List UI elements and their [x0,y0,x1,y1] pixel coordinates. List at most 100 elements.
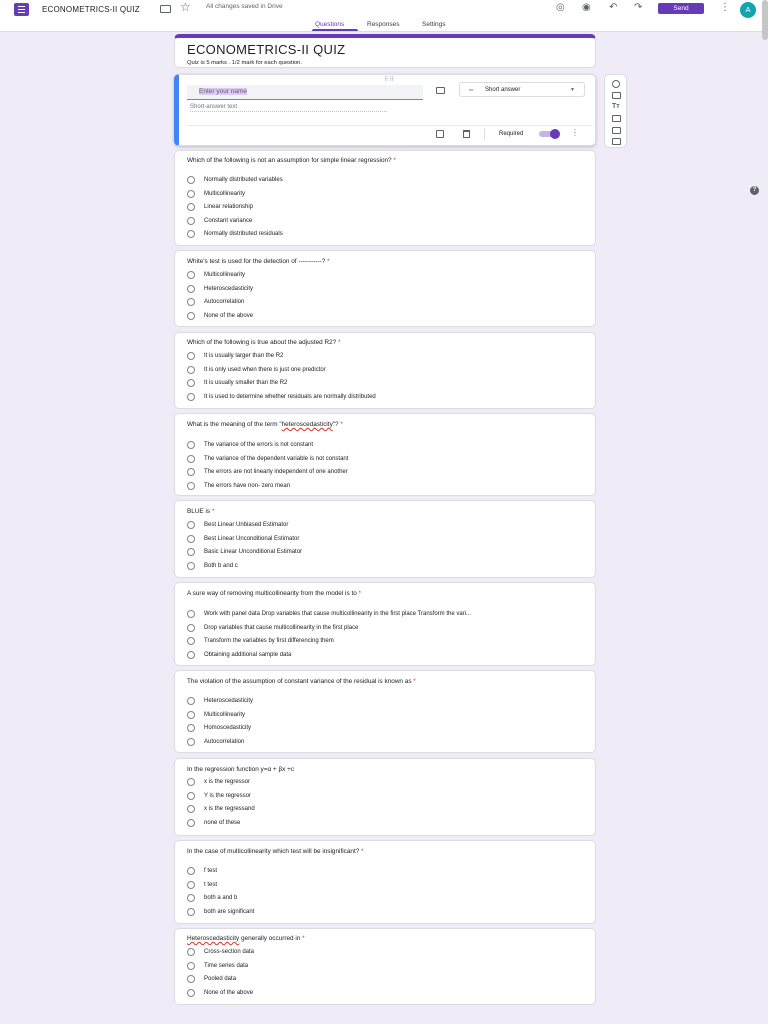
document-title[interactable]: ECONOMETRICS-II QUIZ [42,5,140,14]
radio-button[interactable] [187,216,195,225]
forms-app-icon[interactable] [14,3,29,16]
side-toolbar: Tт [604,74,627,148]
more-vert-icon[interactable]: ⋮ [720,3,730,13]
scrollbar-thumb[interactable] [762,0,768,40]
radio-button[interactable] [187,189,195,198]
option-label: The errors are not linearly independent … [204,469,348,476]
radio-button[interactable] [187,203,195,212]
form-title[interactable]: ECONOMETRICS-II QUIZ [187,42,345,57]
question-card[interactable]: In the case of multicollinearity which t… [174,840,596,924]
more-options-icon[interactable]: ⋮ [571,129,579,137]
palette-icon[interactable]: ◎ [556,3,565,13]
question-card[interactable]: Which of the following is not an assumpt… [174,150,596,246]
question-type-dropdown[interactable]: ═ Short answer ▼ [459,82,585,97]
radio-button[interactable] [187,548,195,557]
preview-eye-icon[interactable]: ◉ [582,3,591,13]
radio-button[interactable] [187,468,195,477]
add-image-icon[interactable] [436,87,445,94]
tab-responses[interactable]: Responses [367,21,400,28]
required-toggle[interactable] [539,129,560,139]
radio-button[interactable] [187,610,195,618]
radio-button[interactable] [187,907,195,916]
add-question-icon[interactable] [612,80,620,88]
radio-button[interactable] [187,365,195,374]
radio-button[interactable] [187,392,195,401]
radio-button[interactable] [187,724,195,733]
question-card[interactable]: Heteroscedasticity generally occurred in… [174,928,596,1005]
radio-button[interactable] [187,379,195,388]
active-question-card[interactable]: ⠿⠿ Enter your name ═ Short answer ▼ Shor… [174,74,596,146]
question-type-label: Short answer [485,87,521,93]
question-card[interactable]: BLUE is * Best Linear Unbiased Estimator B… [174,500,596,578]
option-label: t test [204,881,218,888]
radio-button[interactable] [187,637,195,646]
option-label: It is only used when there is just one p… [204,366,326,373]
redo-icon[interactable]: ↷ [634,3,642,13]
add-title-icon[interactable]: Tт [612,103,622,110]
undo-icon[interactable]: ↶ [609,3,617,13]
question-card[interactable]: The violation of the assumption of const… [174,670,596,753]
star-icon[interactable]: ☆ [180,1,191,13]
option-label: Both b and c [204,562,238,569]
form-header-card[interactable]: ECONOMETRICS-II QUIZ Quiz is 5 marks . 1… [174,34,596,68]
radio-button[interactable] [187,298,195,307]
option-label: Cross-section data [204,949,255,955]
radio-button[interactable] [187,481,195,490]
radio-button[interactable] [187,534,195,543]
add-section-icon[interactable] [612,138,621,145]
radio-button[interactable] [187,710,195,719]
account-avatar[interactable]: A [740,2,756,18]
radio-button[interactable] [187,737,195,746]
add-video-icon[interactable] [612,127,621,134]
radio-button[interactable] [187,880,195,889]
question-card[interactable]: A sure way of removing multicollinearity… [174,582,596,666]
radio-button[interactable] [187,867,195,875]
option-label: Multicollinearity [204,272,246,278]
tab-settings[interactable]: Settings [422,21,446,28]
question-title-input[interactable]: Enter your name [187,85,423,100]
tab-questions[interactable]: Questions [315,21,344,28]
import-questions-icon[interactable] [612,92,621,99]
radio-button[interactable] [187,650,195,659]
add-image-icon[interactable] [612,115,621,122]
radio-button[interactable] [187,311,195,320]
radio-button[interactable] [187,818,195,827]
question-title: In the regression function y=α + βx +c [187,766,295,773]
radio-button[interactable] [187,778,195,786]
radio-button[interactable] [187,988,195,997]
duplicate-icon[interactable] [436,130,444,138]
radio-button[interactable] [187,284,195,293]
drag-handle-icon[interactable]: ⠿⠿ [384,76,395,83]
option-label: Linear relationship [204,204,254,211]
radio-button[interactable] [187,271,195,279]
radio-button[interactable] [187,697,195,705]
required-asterisk: * [411,678,416,685]
help-icon[interactable]: ? [750,186,759,195]
radio-button[interactable] [187,521,195,529]
send-button[interactable]: Send [658,3,704,14]
option-label: It is used to determine whether residual… [204,393,376,400]
form-description[interactable]: Quiz is 5 marks . 1/2 mark for each ques… [187,60,302,66]
question-card[interactable]: Which of the following is true about the… [174,332,596,409]
radio-button[interactable] [187,948,195,956]
radio-button[interactable] [187,961,195,970]
radio-button[interactable] [187,230,195,239]
radio-button[interactable] [187,561,195,570]
question-card[interactable]: What is the meaning of the term "heteros… [174,413,596,496]
radio-button[interactable] [187,176,195,184]
radio-button[interactable] [187,352,195,360]
delete-icon[interactable] [463,130,470,138]
radio-button[interactable] [187,975,195,984]
option-label: Drop variables that cause multicollinear… [204,624,359,631]
radio-button[interactable] [187,454,195,463]
question-card[interactable]: In the regression function y=α + βx +c x … [174,758,596,836]
question-title: Which of the following is true about the… [187,339,341,346]
question-card[interactable]: White's test is used for the detection o… [174,250,596,327]
radio-button[interactable] [187,894,195,903]
radio-button[interactable] [187,791,195,800]
radio-button[interactable] [187,623,195,632]
radio-button[interactable] [187,805,195,814]
radio-button[interactable] [187,441,195,449]
move-to-folder-icon[interactable] [160,5,171,13]
option-label: x is the regressand [204,806,255,813]
